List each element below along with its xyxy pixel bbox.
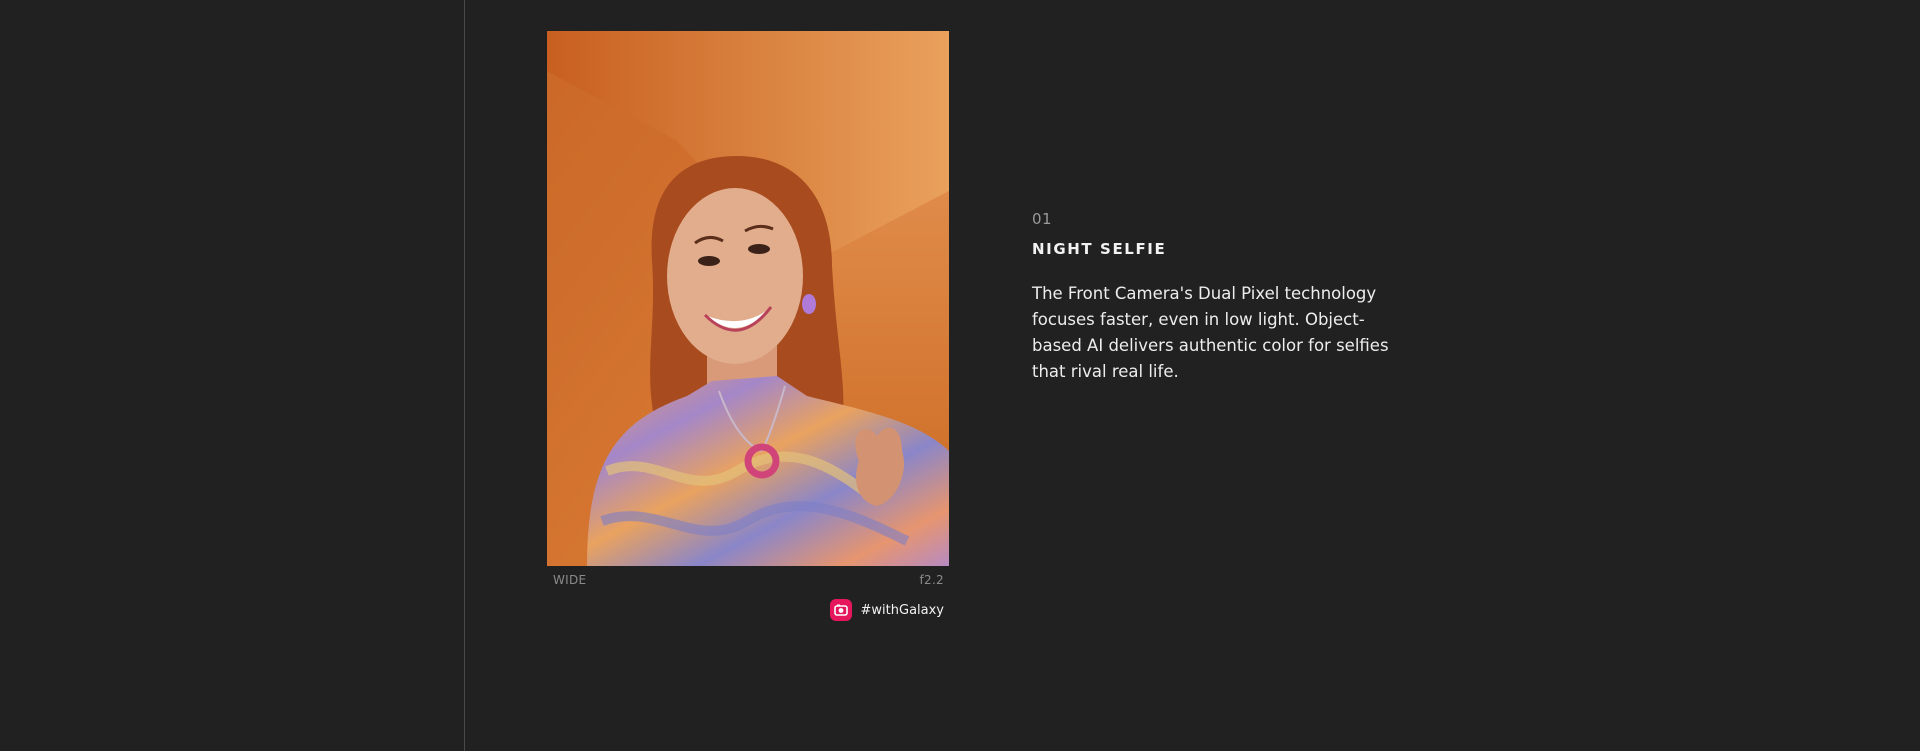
feature-description: The Front Camera's Dual Pixel technology…: [1032, 284, 1389, 381]
lens-label: WIDE: [553, 573, 587, 587]
feature-panel: 01 NIGHT SELFIE The Front Camera's Dual …: [1032, 210, 1412, 385]
hashtag-link[interactable]: #withGalaxy: [829, 599, 944, 621]
hashtag-text: #withGalaxy: [860, 602, 944, 618]
instagram-icon: [829, 599, 852, 621]
aperture-label: f2.2: [919, 573, 944, 587]
left-divider: [464, 0, 465, 751]
sample-selfie-photo: [547, 31, 949, 566]
feature-index: 01: [1032, 210, 1053, 228]
feature-title: NIGHT SELFIE: [1032, 240, 1167, 258]
